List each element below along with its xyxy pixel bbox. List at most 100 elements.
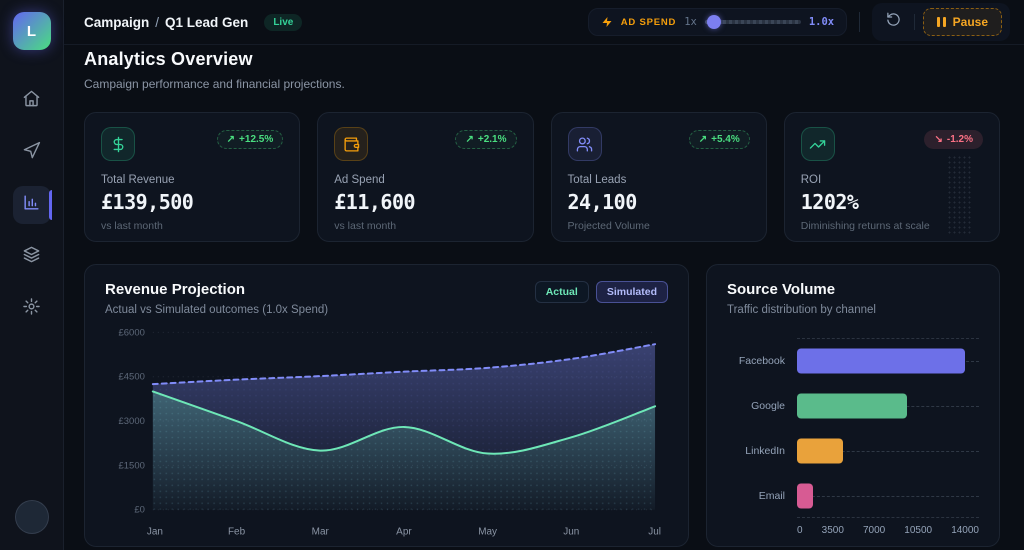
svg-text:Mar: Mar [312, 527, 330, 538]
breadcrumb-separator: / [155, 14, 160, 30]
revenue-panel-subtitle: Actual vs Simulated outcomes (1.0x Spend… [105, 304, 329, 316]
page-title: Analytics Overview [84, 49, 253, 69]
bar-axis-tick: 14000 [951, 525, 979, 536]
app-logo: L [12, 12, 51, 50]
bar-axis-tick: 3500 [821, 525, 844, 536]
bar-google [797, 393, 908, 418]
stat-label: ROI [800, 174, 822, 186]
ad-spend-value: 1.0x [808, 16, 835, 28]
divider [859, 12, 861, 32]
stat-footnote: vs last month [334, 220, 397, 232]
stat-card-total-revenue: ↗ +12.5% Total Revenue £139,500 vs last m… [84, 112, 301, 242]
sidebar-nav [12, 82, 52, 328]
breadcrumb: Campaign / Q1 Lead Gen Live [84, 13, 303, 31]
breadcrumb-section[interactable]: Campaign [84, 15, 149, 30]
bar-track [797, 428, 979, 473]
main-area: Campaign / Q1 Lead Gen Live AD SPEND 1x … [64, 0, 1024, 550]
ad-spend-label: AD SPEND [620, 16, 677, 28]
svg-text:May: May [478, 527, 497, 538]
bar-category-label: Email [758, 489, 785, 502]
home-icon [22, 89, 41, 113]
ad-spend-base-multiplier: 1x [684, 16, 697, 28]
layers-icon [22, 245, 41, 269]
pause-button-label: Pause [952, 15, 988, 29]
revenue-area-chart: £0 £1500 £3000 £4500 £6000 Jan Feb Mar Apr May Jun… [119, 327, 661, 538]
bar-rows: Facebook Google LinkedIn Email [727, 338, 979, 518]
topbar: Campaign / Q1 Lead Gen Live AD SPEND 1x … [64, 0, 1024, 45]
stat-footnote: vs last month [101, 220, 163, 232]
svg-text:Jan: Jan [147, 527, 163, 538]
dollar-icon [101, 127, 135, 161]
stat-label: Total Revenue [101, 174, 175, 186]
bar-facebook [797, 348, 965, 373]
delta-badge: ↗ +12.5% [216, 130, 284, 149]
reset-button[interactable] [880, 9, 906, 35]
stat-value: £139,500 [101, 190, 194, 214]
users-icon [567, 127, 602, 161]
stat-card-ad-spend: ↗ +2.1% Ad Spend £11,600 vs last month [317, 112, 534, 242]
stats-row: ↗ +12.5% Total Revenue £139,500 vs last m… [84, 112, 1000, 242]
ad-spend-slider[interactable] [704, 15, 801, 29]
bar-chart-icon [22, 193, 41, 217]
slider-thumb[interactable] [706, 15, 721, 29]
stat-label: Ad Spend [334, 174, 385, 186]
svg-text:£1500: £1500 [119, 460, 145, 471]
charts-row: Revenue Projection Actual vs Simulated o… [84, 264, 1000, 547]
bar-row: Google [727, 383, 979, 428]
bar-category-label: Facebook [738, 354, 785, 367]
bar-axis-tick: 10500 [904, 525, 933, 536]
page-subtitle: Campaign performance and financial proje… [84, 77, 345, 91]
sidebar-item-settings[interactable] [13, 290, 51, 328]
sidebar-item-analytics[interactable] [12, 186, 52, 224]
gear-icon [22, 297, 41, 321]
sidebar-item-home[interactable] [13, 82, 51, 120]
bar-category-label: LinkedIn [745, 444, 785, 457]
active-nav-indicator [48, 190, 52, 220]
cursor-pointer-icon [22, 141, 41, 165]
delta-value: +5.4% [711, 134, 740, 145]
chart-legend: Actual Simulated [534, 281, 668, 303]
app-root: L Campaign / Q1 Lead Gen Live AD SPEND 1… [0, 0, 1024, 550]
breadcrumb-page: Q1 Lead Gen [165, 14, 249, 30]
legend-chip-simulated[interactable]: Simulated [595, 281, 668, 303]
stat-footnote: Diminishing returns at scale [800, 220, 930, 232]
source-panel-title: Source Volume [727, 281, 836, 298]
bar-track [797, 473, 979, 518]
svg-text:Feb: Feb [228, 527, 246, 538]
bar-row: Email [727, 473, 979, 518]
bar-row: LinkedIn [727, 428, 979, 473]
svg-text:£3000: £3000 [119, 416, 145, 427]
user-avatar[interactable] [14, 500, 49, 534]
lightning-bolt-icon [602, 17, 612, 27]
revenue-panel-title: Revenue Projection [105, 281, 246, 298]
bar-track [797, 383, 979, 428]
pause-button[interactable]: Pause [923, 8, 1002, 36]
legend-chip-actual[interactable]: Actual [534, 281, 589, 303]
trend-up-icon [800, 127, 835, 161]
divider [914, 14, 916, 30]
trend-arrow: ↗ [698, 134, 708, 145]
stat-value: 24,100 [567, 190, 638, 214]
rotate-ccw-icon [886, 12, 901, 32]
sidebar-item-campaigns[interactable] [13, 134, 51, 172]
svg-text:£6000: £6000 [119, 327, 145, 338]
bar-track [797, 338, 979, 383]
svg-text:Jun: Jun [563, 527, 579, 538]
svg-text:£0: £0 [134, 505, 145, 516]
stat-label: Total Leads [567, 174, 627, 186]
bar-axis-tick: 0 [797, 525, 803, 536]
ad-spend-control: AD SPEND 1x 1.0x [587, 8, 848, 36]
bar-email [797, 483, 813, 508]
bar-category-label: Google [751, 399, 785, 412]
bar-axis: 0 3500 7000 10500 14000 [797, 518, 979, 536]
svg-text:£4500: £4500 [119, 372, 145, 383]
playback-controls: Pause [872, 3, 1010, 41]
stat-value: £11,600 [334, 190, 416, 214]
pause-icon [937, 17, 946, 27]
svg-text:Jul: Jul [648, 527, 661, 538]
sidebar-item-layers[interactable] [13, 238, 51, 276]
source-panel-subtitle: Traffic distribution by channel [727, 304, 876, 316]
wallet-icon [334, 127, 369, 161]
bar-axis-tick: 7000 [862, 525, 886, 536]
stat-footnote: Projected Volume [567, 220, 650, 232]
